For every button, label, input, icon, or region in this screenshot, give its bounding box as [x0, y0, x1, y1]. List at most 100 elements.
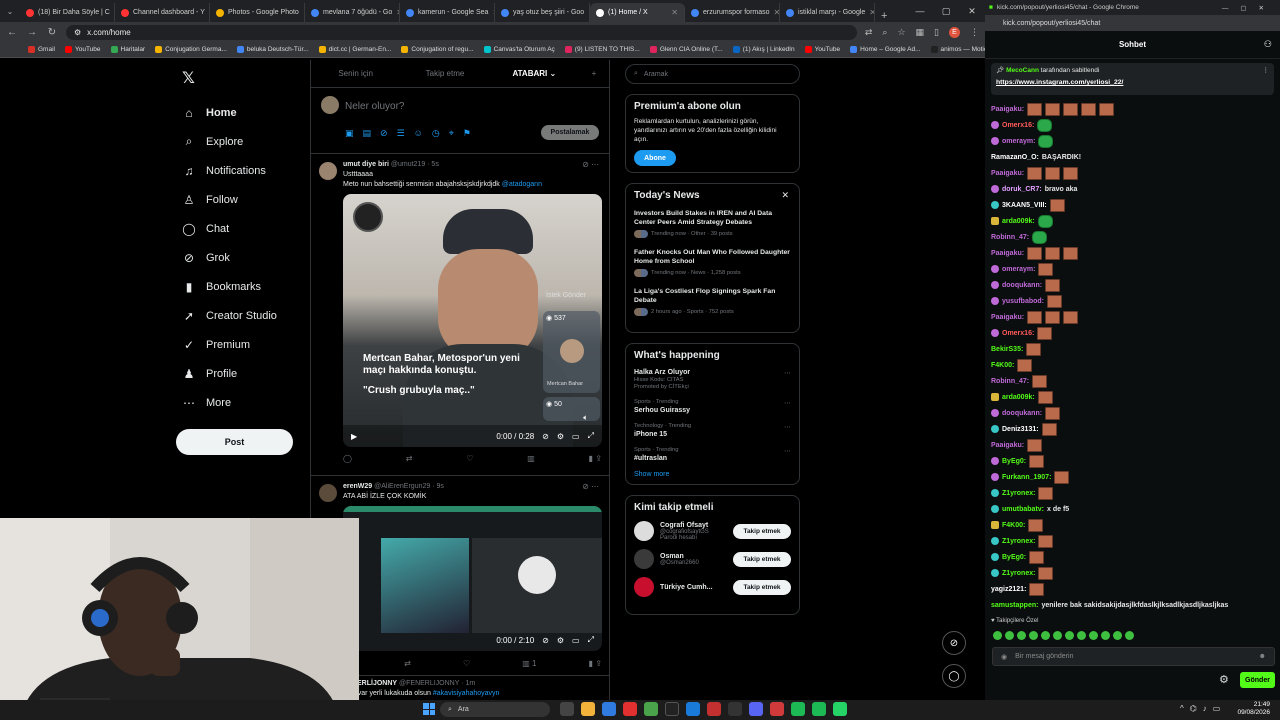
profile-avatar[interactable]: E: [949, 26, 960, 38]
chat-username[interactable]: dooqukann:: [1002, 282, 1042, 289]
app-icon[interactable]: [728, 702, 742, 716]
chat-username[interactable]: Paaigaku:: [991, 442, 1024, 449]
edge-icon[interactable]: [602, 702, 616, 716]
emoji-icon[interactable]: ☺: [414, 128, 423, 139]
chat-message[interactable]: ByEg0:: [991, 549, 1275, 565]
chat-username[interactable]: omeraym:: [1002, 266, 1035, 273]
bookmark-item[interactable]: Gmail: [28, 46, 55, 53]
nav-item-follow[interactable]: ♙ Follow: [176, 185, 310, 214]
bookmark-item[interactable]: (9) LISTEN TO THIS...: [564, 46, 640, 53]
emote-icon[interactable]: [1017, 631, 1026, 640]
site-info-icon[interactable]: ⚙: [74, 28, 81, 37]
emoji-icon[interactable]: ☻: [1259, 653, 1266, 660]
reply-icon[interactable]: ◯: [343, 454, 352, 463]
add-tab-icon[interactable]: +: [579, 69, 609, 78]
search-input[interactable]: ⌕ Aramak: [625, 64, 800, 84]
gif-icon[interactable]: ▤: [363, 128, 372, 139]
spotify-icon[interactable]: [791, 702, 805, 716]
trend-item[interactable]: Sports · Trending Serhou Guirassy ⋯: [634, 399, 791, 414]
chat-username[interactable]: 3KAAN5_VIII:: [1002, 202, 1047, 209]
chat-message[interactable]: F4K00:: [991, 517, 1275, 533]
reload-icon[interactable]: ↻: [46, 27, 58, 38]
nav-item-premium[interactable]: ✓ Premium: [176, 330, 310, 359]
news-item[interactable]: Father Knocks Out Man Who Followed Daugh…: [634, 248, 791, 277]
nav-item-notifications[interactable]: ♫ Notifications: [176, 156, 310, 185]
chat-username[interactable]: ByEg0:: [1002, 554, 1026, 561]
chat-username[interactable]: Omerx16:: [1002, 330, 1034, 337]
chat-username[interactable]: Robinn_47:: [991, 234, 1029, 241]
image-icon[interactable]: ▣: [345, 128, 354, 139]
star-icon[interactable]: ☆: [897, 27, 905, 38]
browser-tab[interactable]: yaş otuz beş şiiri - Goo✕: [495, 3, 590, 22]
emote-icon[interactable]: [1041, 631, 1050, 640]
chat-username[interactable]: Omerx16:: [1002, 122, 1034, 129]
repost-icon[interactable]: ⇄: [404, 659, 411, 668]
browser-tab[interactable]: (1) Home / X ✕: [590, 3, 685, 22]
chat-message[interactable]: Omerx16:: [991, 325, 1275, 341]
chat-message[interactable]: ByEg0:: [991, 453, 1275, 469]
bookmark-item[interactable]: animos — Motion t...: [930, 46, 985, 53]
tweet-mention[interactable]: @atadogann: [502, 181, 542, 188]
chat-username[interactable]: Deniz3131:: [1002, 426, 1039, 433]
maximize-icon[interactable]: ▢: [933, 6, 959, 17]
chat-message[interactable]: dooqukann:: [991, 405, 1275, 421]
compose-post-button[interactable]: Postalamak: [541, 125, 599, 140]
back-icon[interactable]: ←: [6, 27, 18, 38]
tweet-more-icon[interactable]: ⊘ ⋯: [582, 160, 599, 169]
close-icon[interactable]: ✕: [781, 190, 789, 201]
bookmark-icon[interactable]: ▮ ⇪: [589, 454, 602, 463]
menu-icon[interactable]: ⋮: [970, 27, 979, 38]
follow-button[interactable]: Takip etmek: [733, 523, 791, 539]
emote-icon[interactable]: [993, 631, 1002, 640]
send-button[interactable]: Gönder: [1240, 672, 1275, 688]
chat-message[interactable]: Robinn_47:: [991, 229, 1275, 245]
like-icon[interactable]: ♡: [463, 659, 470, 668]
emote-icon[interactable]: [1029, 631, 1038, 640]
news-item[interactable]: Investors Build Stakes in IREN and AI Da…: [634, 209, 791, 238]
chat-username[interactable]: Paaigaku:: [991, 106, 1024, 113]
views-icon[interactable]: ▥: [527, 454, 535, 463]
grok-icon[interactable]: ⊘: [542, 432, 549, 441]
pip-icon[interactable]: ▭: [572, 636, 580, 645]
settings-icon[interactable]: ⚙: [557, 432, 564, 441]
chat-username[interactable]: Paaigaku:: [991, 170, 1024, 177]
chat-username[interactable]: Z1yronex:: [1002, 538, 1035, 545]
browser-tab[interactable]: kamerun - Google Sea✕: [400, 3, 495, 22]
store-icon[interactable]: [686, 702, 700, 716]
repost-icon[interactable]: ⇄: [406, 454, 413, 463]
browser-tab[interactable]: Channel dashboard - Y✕: [115, 3, 210, 22]
chat-message[interactable]: Paaigaku:: [991, 245, 1275, 261]
chat-message[interactable]: F4K00:: [991, 357, 1275, 373]
pin-more-icon[interactable]: ⋮: [1263, 66, 1270, 74]
tab-following[interactable]: Takip etme: [400, 69, 489, 78]
browser-tab[interactable]: istiklal marşı - Google✕: [780, 3, 875, 22]
flag-icon[interactable]: ⚑: [463, 128, 471, 139]
nav-item-more[interactable]: ⋯ More: [176, 388, 310, 417]
chat-message-input[interactable]: ◉ Bir mesaj gönderin ☻: [992, 647, 1275, 666]
task-view-icon[interactable]: [560, 702, 574, 716]
chat-settings-icon[interactable]: ⚙: [1219, 673, 1229, 686]
chat-message[interactable]: Paaigaku:: [991, 437, 1275, 453]
nav-item-chat[interactable]: ◯ Chat: [176, 214, 310, 243]
views-icon[interactable]: ▥ 1: [522, 659, 536, 668]
subscribe-button[interactable]: Abone: [634, 150, 676, 166]
schedule-icon[interactable]: ◷: [432, 128, 440, 139]
bookmark-item[interactable]: Canvas'ta Oturum Aç: [483, 46, 555, 53]
trend-more-icon[interactable]: ⋯: [784, 447, 791, 455]
poll-icon[interactable]: ☰: [397, 128, 405, 139]
chat-username[interactable]: Paaigaku:: [991, 250, 1024, 257]
emote-icon[interactable]: [1053, 631, 1062, 640]
chat-message[interactable]: Z1yronex:: [991, 485, 1275, 501]
suggestion-avatar[interactable]: [634, 549, 654, 569]
chat-address-bar[interactable]: kick.com/popout/yerliosi45/chat: [985, 15, 1280, 31]
chrome-icon[interactable]: [644, 702, 658, 716]
tweet-more-icon[interactable]: ⊘ ⋯: [582, 482, 599, 491]
tab-close-icon[interactable]: ✕: [671, 8, 678, 17]
chat-username[interactable]: BekirS35:: [991, 346, 1023, 353]
chat-message[interactable]: arda009k:: [991, 213, 1275, 229]
emote-icon[interactable]: [1101, 631, 1110, 640]
nav-item-explore[interactable]: ⌕ Explore: [176, 127, 310, 156]
news-item[interactable]: La Liga's Costliest Flop Signings Spark …: [634, 287, 791, 316]
bookmark-item[interactable]: Haritalar: [110, 46, 145, 53]
chat-message[interactable]: umutbabatv: x de f5: [991, 501, 1275, 517]
